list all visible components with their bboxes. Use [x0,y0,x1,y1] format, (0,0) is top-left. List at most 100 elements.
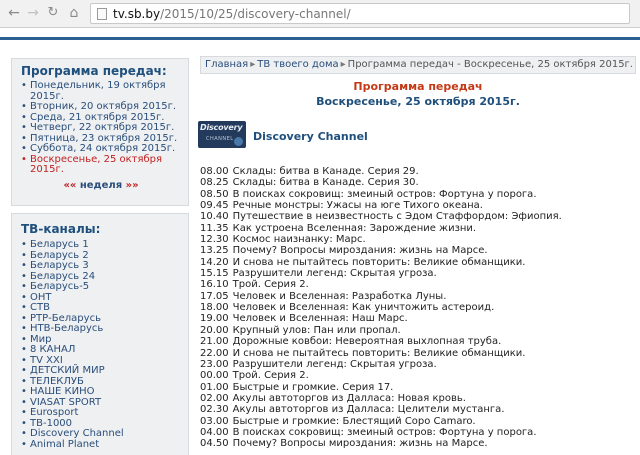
channel-label[interactable]: Беларусь-5 [30,281,89,292]
channel-label[interactable]: Беларусь 2 [30,250,89,261]
show-row: 13.25 Почему? Вопросы мироздания: жизнь н… [200,245,562,256]
day-list: • Понедельник, 19 октября 2015г. • Вторник,… [21,80,181,176]
show-time: 15.15 [200,268,229,280]
week-prev-link[interactable]: «« [63,180,76,191]
day-label[interactable]: Вторник, 20 октября 2015г. [30,101,176,112]
day-label[interactable]: Воскресенье, 25 октября 2015г. [30,154,162,176]
show-row: 02.30 Акулы автоторгов из Далласа: Целите… [200,404,562,415]
channel-label[interactable]: НАШЕ КИНО [30,386,95,397]
show-time: 20.00 [200,324,229,336]
show-row: 16.10 Трой. Серия 2. [200,279,562,290]
bullet-icon: • [21,302,27,313]
show-time: 16.10 [200,279,229,291]
day-label[interactable]: Понедельник, 19 октября 2015г. [30,80,166,102]
day-label[interactable]: Четверг, 22 октября 2015г. [30,122,174,133]
show-title: И снова не пытайтесь повторить: Великие … [232,256,526,268]
show-title: Разрушители легенд: Скрытая угроза. [232,268,437,280]
channel-label[interactable]: Discovery Channel [30,428,124,439]
channel-label[interactable]: РТР-Беларусь [30,313,101,324]
channel-label[interactable]: Мир [30,334,51,345]
address-bar[interactable]: tv.sb.by/2015/10/25/discovery-channel/ [90,3,630,24]
channel-label[interactable]: Беларусь 24 [30,271,95,282]
channel-label[interactable]: Беларусь 1 [30,239,89,250]
back-arrow-icon[interactable]: ← [6,5,22,21]
show-time: 04.50 [200,438,229,450]
show-title: Путешествие в неизвестность с Эдом Стафф… [232,211,562,223]
show-time: 11.35 [200,222,229,234]
show-title: Разрушители легенд: Скрытая угроза. [232,358,437,370]
show-time: 08.50 [200,188,229,200]
show-title: Быстрые и громкие: Блестящий Соро Camaro… [232,415,476,427]
show-time: 01.00 [200,381,229,393]
show-time: 02.00 [200,392,229,404]
channel-label[interactable]: ТВ-1000 [30,418,72,429]
show-row: 21.00 Дорожные ковбои: Невероятная выхлоп… [200,336,562,347]
show-time: 03.00 [200,415,229,427]
bullet-icon: • [21,344,27,355]
bullet-icon: • [21,438,27,450]
channel-label[interactable]: TV XXI [30,355,63,366]
show-title: Человек и Вселенная: Наш Марс. [232,313,408,325]
bullet-icon: • [21,428,27,439]
show-time: 02.30 [200,404,229,416]
show-time: 00.00 [200,370,229,382]
show-time: 08.00 [200,166,229,177]
bullet-icon: • [21,281,27,292]
channel-label[interactable]: Animal Planet [30,439,99,450]
day-label[interactable]: Суббота, 24 октября 2015г. [30,143,175,154]
channel-label[interactable]: Eurosport [30,407,78,418]
channel-link[interactable]: • Animal Planet [21,438,124,451]
show-time: 17.05 [200,290,229,302]
channel-name: Discovery Channel [253,130,368,143]
show-row: 23.00 Разрушители легенд: Скрытая угроза. [200,359,562,370]
site-header-rule [0,37,640,40]
forward-arrow-icon[interactable]: → [25,5,41,21]
show-time: 23.00 [200,358,229,370]
channel-label[interactable]: Беларусь 3 [30,260,89,271]
bullet-icon: • [21,153,27,165]
program-date: Воскресенье, 25 октября 2015г. [316,95,520,108]
home-icon[interactable]: ⌂ [66,5,82,21]
bullet-icon: • [21,143,27,154]
show-time: 22.00 [200,347,229,359]
day-link[interactable]: • Понедельник, 19 октября 2015г. [21,80,181,102]
reload-icon[interactable]: ↻ [45,5,61,21]
url-text[interactable]: tv.sb.by/2015/10/25/discovery-channel/ [113,7,351,21]
show-title: В поисках сокровищ: змеиный остров: Форт… [232,188,537,200]
channel-label[interactable]: СТВ [30,302,50,313]
channel-label[interactable]: VIASAT SPORT [30,397,101,408]
schedule-panel: Программа передач: • Понедельник, 19 октя… [11,58,189,206]
breadcrumb-item[interactable]: ТВ твоего дома [257,59,338,70]
show-title: В поисках сокровищ: змеиный остров: Форт… [232,426,537,438]
bullet-icon: • [21,407,27,418]
week-nav[interactable]: «« неделя »» [12,180,190,191]
page-icon [97,8,107,20]
show-title: Акулы автоторгов из Далласа: Целители му… [232,404,505,416]
show-row: 02.00 Акулы автоторгов из Далласа: Новая … [200,393,562,404]
channel-label[interactable]: НТВ-Беларусь [30,323,103,334]
breadcrumb-item[interactable]: Главная [205,59,248,70]
show-row: 00.00 Трой. Серия 2. [200,370,562,381]
show-row: 22.00 И снова не пытайтесь повторить: Вел… [200,348,562,359]
day-label[interactable]: Среда, 21 октября 2015г. [30,112,164,123]
channel-label[interactable]: 8 КАНАЛ [30,344,75,355]
show-time: 04.00 [200,426,229,438]
bullet-icon: • [21,365,27,376]
breadcrumb-separator-icon: ▸ [340,59,346,70]
day-link[interactable]: • Воскресенье, 25 октября 2015г. [21,153,181,176]
channel-label[interactable]: ДЕТСКИЙ МИР [30,365,105,376]
channel-label[interactable]: ТЕЛЕКЛУБ [30,376,84,387]
day-label[interactable]: Пятница, 23 октября 2015г. [30,133,177,144]
show-time: 08.25 [200,177,229,189]
week-next-link[interactable]: »» [126,180,139,191]
channel-label[interactable]: ОНТ [30,292,52,303]
week-label[interactable]: неделя [80,180,122,191]
show-row: 08.00 Склады: битва в Канаде. Серия 29. [200,166,562,177]
show-row: 19.00 Человек и Вселенная: Наш Марс. [200,313,562,324]
breadcrumb: Главная ▸ ТВ твоего дома ▸ Программа передач… [200,56,636,74]
show-row: 04.50 Почему? Вопросы мироздания: жизнь н… [200,438,562,449]
show-time: 18.00 [200,302,229,314]
show-row: 04.00 В поисках сокровищ: змеиный остров:… [200,427,562,438]
show-title: Трой. Серия 2. [232,279,309,291]
show-title: Акулы автоторгов из Далласа: Новая кровь… [232,392,466,404]
